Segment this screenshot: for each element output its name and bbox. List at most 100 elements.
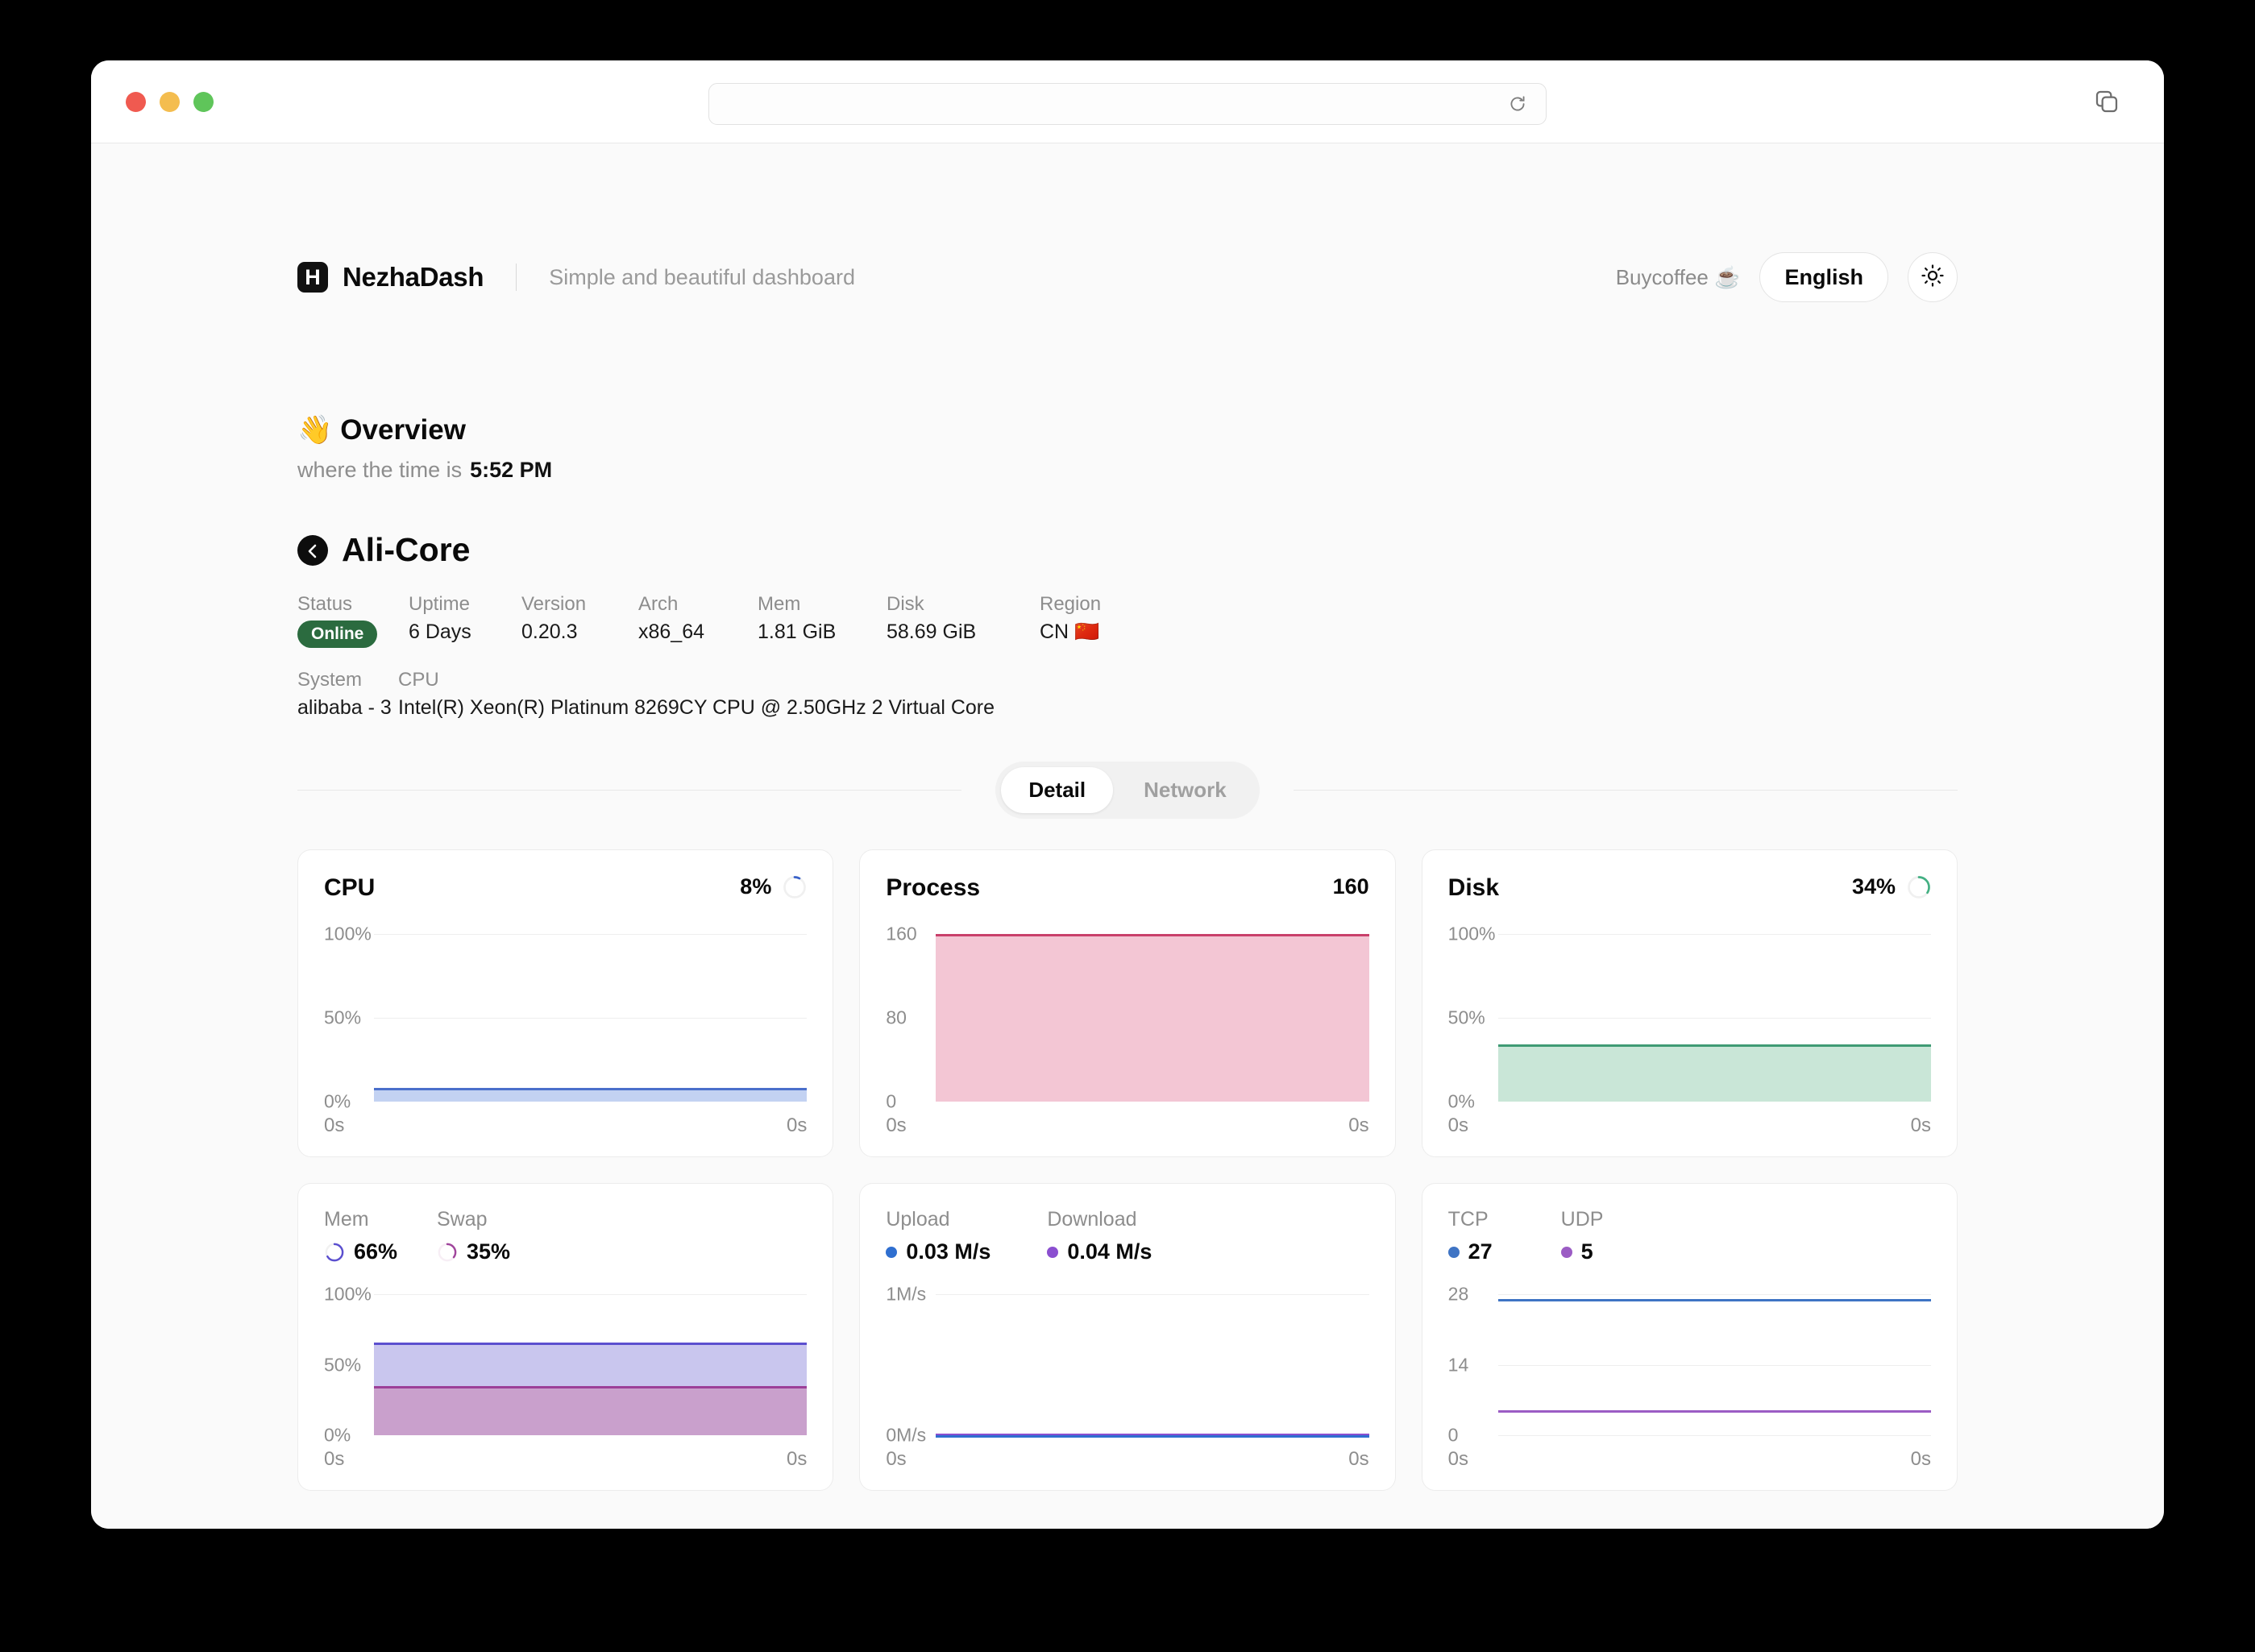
status-badge: Online <box>297 621 377 648</box>
swap-area <box>374 1386 807 1435</box>
tagline: Simple and beautiful dashboard <box>549 265 855 290</box>
legend-label: TCP <box>1448 1208 1561 1231</box>
cpu-gauge-icon <box>783 875 807 899</box>
y-tick: 0 <box>886 1091 896 1113</box>
window-controls[interactable] <box>126 92 214 112</box>
page-title: 👋 Overview <box>297 413 1958 446</box>
buycoffee-link[interactable]: Buycoffee ☕ <box>1616 265 1741 290</box>
stat-value: 1.81 GiB <box>758 621 870 644</box>
card-title: Disk <box>1448 874 1499 902</box>
header-actions: Buycoffee ☕ English <box>1616 252 1958 302</box>
legend-label: Swap <box>437 1208 550 1231</box>
tabs-overview-icon[interactable] <box>2094 89 2120 114</box>
legend-download: Download 0.04 M/s <box>1047 1208 1208 1264</box>
mem-usage-value: 66% <box>354 1239 397 1264</box>
x-tick: 0s <box>1448 1448 1468 1471</box>
y-tick: 0M/s <box>886 1425 926 1447</box>
y-tick: 50% <box>1448 1007 1485 1029</box>
tcp-line <box>1498 1299 1931 1301</box>
legend-value-wrap: 0.03 M/s <box>886 1239 1047 1264</box>
language-button[interactable]: English <box>1759 252 1888 302</box>
card-value: 34% <box>1852 874 1931 899</box>
divider-left <box>297 790 961 791</box>
stat-value: 58.69 GiB <box>887 621 1024 644</box>
card-cpu[interactable]: CPU 8% 100% <box>297 849 833 1157</box>
tab-network[interactable]: Network <box>1116 767 1254 813</box>
reload-icon[interactable] <box>1507 93 1528 114</box>
stat-region: Region CN 🇨🇳 <box>1040 593 1101 648</box>
card-disk[interactable]: Disk 34% 100% <box>1422 849 1958 1157</box>
legend-upload: Upload 0.03 M/s <box>886 1208 1047 1264</box>
y-tick: 28 <box>1448 1284 1469 1305</box>
upload-dot-icon <box>886 1247 897 1258</box>
divider <box>516 264 517 291</box>
stat-version: Version 0.20.3 <box>521 593 622 648</box>
legend-label: Upload <box>886 1208 1047 1231</box>
card-connections[interactable]: TCP 27 UDP 5 <box>1422 1183 1958 1491</box>
page-content: H NezhaDash Simple and beautiful dashboa… <box>91 143 2164 1529</box>
tab-switch: Detail Network <box>995 762 1259 819</box>
stat-value: alibaba - 3 <box>297 696 398 720</box>
tcp-count-value: 27 <box>1468 1239 1493 1264</box>
zoom-window-button[interactable] <box>193 92 214 112</box>
tab-detail[interactable]: Detail <box>1001 767 1113 813</box>
back-button[interactable] <box>297 535 328 566</box>
theme-toggle-button[interactable] <box>1908 252 1958 302</box>
y-tick: 100% <box>1448 924 1496 945</box>
process-area <box>936 934 1368 1102</box>
memory-chart: 100% 50% 0% 0s <box>324 1282 807 1471</box>
card-network-speed[interactable]: Upload 0.03 M/s Download 0.04 M/s <box>859 1183 1395 1491</box>
sun-icon <box>1921 264 1945 292</box>
stat-value: 6 Days <box>409 621 505 644</box>
stat-uptime: Uptime 6 Days <box>409 593 505 648</box>
server-stats-row-2: System alibaba - 3 CPU Intel(R) Xeon(R) … <box>297 669 1958 720</box>
card-value: 8% <box>740 874 807 899</box>
card-header: Mem 66% Swap <box>324 1208 807 1264</box>
app-logo-icon: H <box>297 262 328 293</box>
minimize-window-button[interactable] <box>160 92 180 112</box>
tcp-dot-icon <box>1448 1247 1460 1258</box>
card-header: TCP 27 UDP 5 <box>1448 1208 1931 1264</box>
card-header: Disk 34% <box>1448 874 1931 902</box>
y-tick: 100% <box>324 924 372 945</box>
stat-label: System <box>297 669 398 691</box>
process-count-value: 160 <box>1333 874 1369 899</box>
swap-gauge-icon <box>437 1242 458 1263</box>
x-tick: 0s <box>324 1114 344 1137</box>
card-header: Process 160 <box>886 874 1368 902</box>
x-tick: 0s <box>886 1114 906 1137</box>
y-tick: 50% <box>324 1007 361 1029</box>
y-tick: 0% <box>324 1091 351 1113</box>
stat-label: Mem <box>758 593 870 616</box>
card-process[interactable]: Process 160 160 80 0 <box>859 849 1395 1157</box>
address-bar[interactable] <box>708 83 1547 125</box>
brand[interactable]: H NezhaDash Simple and beautiful dashboa… <box>297 262 855 293</box>
stat-value: Intel(R) Xeon(R) Platinum 8269CY CPU @ 2… <box>398 696 995 720</box>
legend-value-wrap: 5 <box>1561 1239 1674 1264</box>
cpu-chart: 100% 50% 0% 0s 0s <box>324 919 807 1137</box>
plot-area: 28 14 0 <box>1448 1282 1931 1435</box>
arrow-left-icon <box>303 531 322 569</box>
plot-area: 100% 50% 0% <box>324 919 807 1102</box>
stat-cpu: CPU Intel(R) Xeon(R) Platinum 8269CY CPU… <box>398 669 995 720</box>
stat-value: CN 🇨🇳 <box>1040 621 1101 644</box>
x-axis: 0s 0s <box>324 1114 807 1137</box>
x-tick: 0s <box>1348 1448 1368 1471</box>
disk-chart: 100% 50% 0% 0s 0s <box>1448 919 1931 1137</box>
stat-value: x86_64 <box>638 621 741 644</box>
close-window-button[interactable] <box>126 92 146 112</box>
stat-label: Status <box>297 593 392 616</box>
card-memory[interactable]: Mem 66% Swap <box>297 1183 833 1491</box>
connections-chart: 28 14 0 0s 0s <box>1448 1282 1931 1471</box>
server-name: Ali-Core <box>342 531 470 569</box>
plot-area: 160 80 0 <box>886 919 1368 1102</box>
stat-value: 0.20.3 <box>521 621 622 644</box>
x-axis: 0s 0s <box>886 1448 1368 1471</box>
y-tick: 14 <box>1448 1354 1469 1376</box>
metrics-grid: CPU 8% 100% <box>297 849 1958 1491</box>
overview-time-value: 5:52 PM <box>470 458 552 482</box>
overview-section: 👋 Overview where the time is5:52 PM Ali-… <box>297 413 1958 720</box>
y-tick: 80 <box>886 1007 907 1029</box>
stat-mem: Mem 1.81 GiB <box>758 593 870 648</box>
cpu-area <box>374 1088 807 1102</box>
